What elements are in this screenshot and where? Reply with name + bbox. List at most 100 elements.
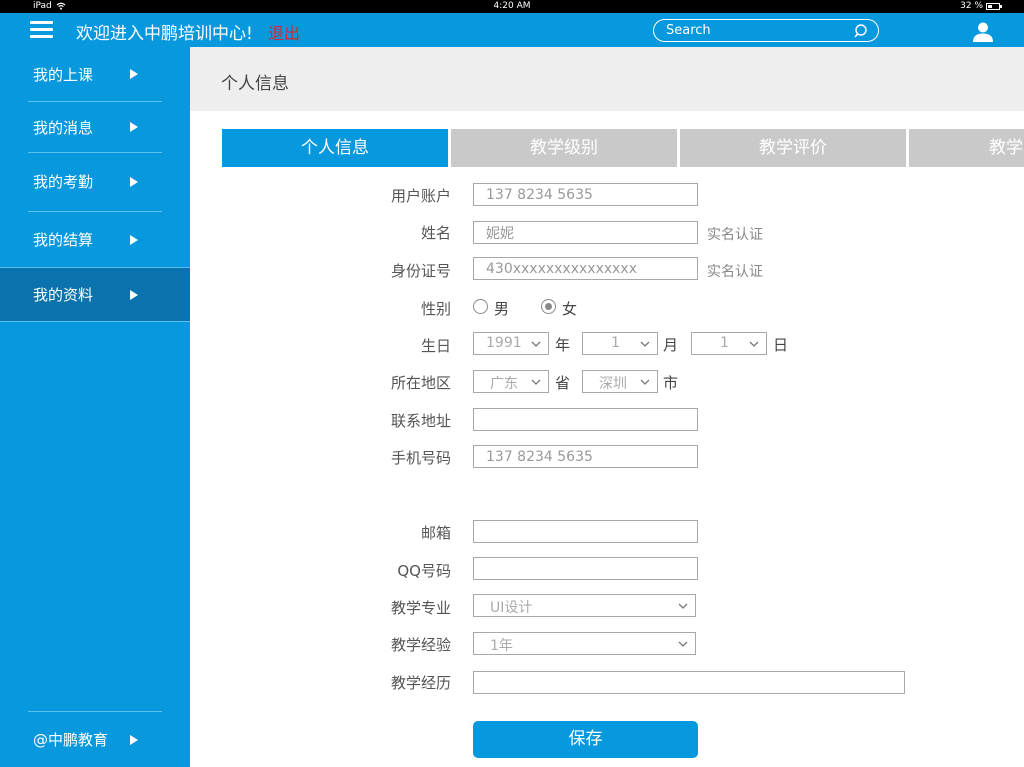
name-input[interactable] bbox=[474, 222, 697, 243]
gender-female-label: 女 bbox=[562, 300, 578, 318]
name-label: 姓名 bbox=[420, 224, 451, 242]
day-unit: 日 bbox=[773, 336, 789, 354]
province-unit: 省 bbox=[555, 374, 571, 392]
sidebar-item-label: 我的结算 bbox=[33, 231, 94, 249]
mobile-field[interactable] bbox=[473, 445, 698, 468]
chevron-down-icon bbox=[678, 641, 688, 647]
page-title: 个人信息 bbox=[221, 74, 289, 94]
id-number-label: 身份证号 bbox=[390, 262, 451, 280]
top-header: 欢迎进入中鹏培训中心! 退出 bbox=[0, 13, 1024, 47]
play-arrow-icon bbox=[130, 122, 138, 132]
tab-bar: 个人信息 教学级别 教学评价 教学 bbox=[222, 129, 1024, 167]
sidebar-item-label: 我的消息 bbox=[33, 118, 94, 137]
birth-day-value: 1 bbox=[720, 335, 729, 351]
logout-link[interactable]: 退出 bbox=[268, 20, 300, 44]
sidebar-item-label: 我的考勤 bbox=[33, 173, 94, 191]
sidebar-item-my-messages[interactable]: 我的消息 bbox=[0, 102, 190, 152]
search-input[interactable] bbox=[666, 22, 846, 39]
city-unit: 市 bbox=[663, 374, 679, 392]
page-header: 个人信息 bbox=[190, 47, 1024, 111]
real-name-hint: 实名认证 bbox=[707, 227, 763, 243]
status-bar: iPad 4:20 AM 32 % bbox=[0, 0, 1024, 13]
real-name-hint: 实名认证 bbox=[707, 264, 763, 280]
experience-value: 1年 bbox=[490, 638, 513, 654]
sidebar: 我的上课 我的消息 我的考勤 我的结算 我的资料 @中鹏教育 bbox=[0, 47, 190, 767]
qq-input[interactable] bbox=[474, 558, 697, 580]
chevron-down-icon bbox=[678, 603, 688, 609]
major-select[interactable]: UI设计 bbox=[473, 594, 696, 617]
sidebar-footer-link[interactable]: @中鹏教育 bbox=[0, 712, 190, 767]
sidebar-item-label: 我的上课 bbox=[33, 65, 94, 84]
app-title: 欢迎进入中鹏培训中心! bbox=[76, 24, 253, 44]
province-value: 广东 bbox=[490, 376, 518, 392]
birth-month-value: 1 bbox=[611, 335, 620, 351]
city-value: 深圳 bbox=[599, 376, 627, 392]
experience-label: 教学经验 bbox=[390, 636, 451, 654]
sidebar-footer-label: @中鹏教育 bbox=[33, 731, 109, 749]
user-icon[interactable] bbox=[972, 21, 994, 43]
qq-label: QQ号码 bbox=[397, 562, 451, 580]
tab-teaching-level[interactable]: 教学级别 bbox=[451, 129, 677, 167]
sidebar-item-my-attendance[interactable]: 我的考勤 bbox=[0, 153, 190, 210]
search-box[interactable] bbox=[653, 19, 879, 42]
sidebar-item-label: 我的资料 bbox=[33, 286, 94, 304]
menu-icon[interactable] bbox=[30, 21, 53, 39]
major-label: 教学专业 bbox=[390, 599, 451, 617]
search-icon[interactable] bbox=[854, 23, 870, 39]
status-right: 32 % bbox=[960, 1, 1002, 11]
name-field[interactable] bbox=[473, 221, 698, 244]
play-arrow-icon bbox=[130, 69, 138, 79]
sidebar-item-my-settlement[interactable]: 我的结算 bbox=[0, 212, 190, 267]
region-label: 所在地区 bbox=[390, 374, 451, 392]
account-field[interactable] bbox=[473, 183, 698, 206]
major-value: UI设计 bbox=[490, 600, 533, 616]
play-arrow-icon bbox=[130, 289, 138, 300]
chevron-down-icon bbox=[531, 379, 541, 385]
experience-select[interactable]: 1年 bbox=[473, 632, 696, 655]
play-arrow-icon bbox=[130, 176, 138, 187]
year-unit: 年 bbox=[555, 336, 571, 354]
email-field[interactable] bbox=[473, 520, 698, 543]
account-label: 用户账户 bbox=[390, 187, 451, 205]
email-input[interactable] bbox=[474, 521, 697, 543]
account-input[interactable] bbox=[474, 184, 697, 206]
address-input[interactable] bbox=[474, 409, 697, 431]
city-select[interactable]: 深圳 bbox=[582, 370, 658, 393]
status-time: 4:20 AM bbox=[493, 1, 531, 11]
play-arrow-icon bbox=[130, 234, 138, 245]
save-button[interactable]: 保存 bbox=[473, 721, 698, 758]
battery-percent: 32 % bbox=[960, 1, 983, 11]
qq-field[interactable] bbox=[473, 557, 698, 580]
tab-personal-info[interactable]: 个人信息 bbox=[222, 129, 448, 167]
birthday-label: 生日 bbox=[420, 337, 451, 355]
tab-teaching-evaluation[interactable]: 教学评价 bbox=[680, 129, 906, 167]
chevron-down-icon bbox=[749, 341, 759, 347]
gender-label: 性别 bbox=[420, 300, 451, 318]
chevron-down-icon bbox=[531, 341, 541, 347]
chevron-down-icon bbox=[640, 341, 650, 347]
chevron-down-icon bbox=[640, 379, 650, 385]
play-arrow-icon bbox=[130, 734, 138, 745]
history-field[interactable] bbox=[473, 671, 905, 694]
gender-male-radio[interactable] bbox=[473, 299, 488, 314]
address-field[interactable] bbox=[473, 408, 698, 431]
battery-icon bbox=[986, 2, 1002, 10]
id-number-input[interactable] bbox=[474, 258, 697, 280]
id-number-field[interactable] bbox=[473, 257, 698, 280]
birth-month-select[interactable]: 1 bbox=[582, 332, 658, 355]
gender-male-label: 男 bbox=[494, 300, 510, 318]
tab-teaching-more[interactable]: 教学 bbox=[909, 129, 1024, 167]
sidebar-item-my-classes[interactable]: 我的上课 bbox=[0, 47, 190, 101]
province-select[interactable]: 广东 bbox=[473, 370, 549, 393]
history-label: 教学经历 bbox=[390, 674, 451, 692]
gender-female-radio[interactable] bbox=[541, 299, 556, 314]
birth-year-select[interactable]: 1991 bbox=[473, 332, 549, 355]
mobile-label: 手机号码 bbox=[390, 449, 451, 467]
mobile-input[interactable] bbox=[474, 446, 697, 468]
birth-year-value: 1991 bbox=[486, 335, 522, 351]
address-label: 联系地址 bbox=[390, 412, 451, 430]
birth-day-select[interactable]: 1 bbox=[691, 332, 767, 355]
sidebar-item-my-profile[interactable]: 我的资料 bbox=[0, 267, 190, 322]
email-label: 邮箱 bbox=[420, 524, 451, 542]
history-input[interactable] bbox=[474, 672, 904, 694]
